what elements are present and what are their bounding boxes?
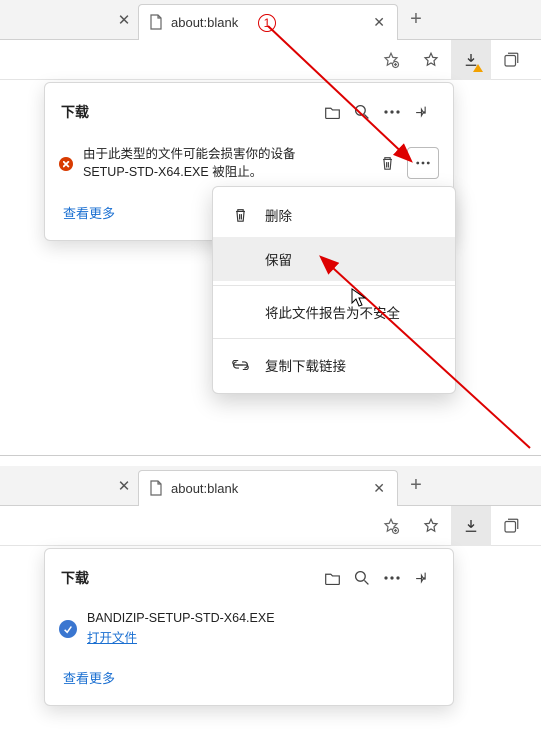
downloads-title: 下载: [61, 102, 317, 122]
prev-tab-close[interactable]: ✕: [110, 477, 138, 495]
ctx-separator: [213, 285, 455, 286]
more-options-button[interactable]: [377, 563, 407, 593]
ctx-report-unsafe[interactable]: 将此文件报告为不安全: [213, 290, 455, 334]
blocked-icon: [59, 157, 73, 171]
collections-button[interactable]: [491, 40, 531, 80]
ctx-copy-link-label: 复制下载链接: [265, 355, 346, 375]
downloads-title: 下载: [61, 568, 317, 588]
download-item-menu-button[interactable]: [407, 147, 439, 179]
downloads-button[interactable]: [451, 40, 491, 80]
see-more-link[interactable]: 查看更多: [63, 206, 115, 221]
page-icon: [149, 480, 163, 496]
downloads-button[interactable]: [451, 506, 491, 546]
blocked-download-item: 由于此类型的文件可能会损害你的设备 SETUP-STD-X64.EXE 被阻止。: [45, 135, 453, 191]
page-icon: [149, 14, 163, 30]
pin-button[interactable]: [407, 563, 437, 593]
file-complete-icon: [59, 620, 77, 638]
more-options-button[interactable]: [377, 97, 407, 127]
ctx-delete[interactable]: 删除: [213, 193, 455, 237]
link-icon: [231, 360, 249, 370]
browser-toolbar: [0, 40, 541, 80]
tab-title: about:blank: [171, 481, 363, 496]
open-folder-button[interactable]: [317, 563, 347, 593]
new-tab-button[interactable]: +: [398, 474, 434, 497]
annotation-number: 1: [258, 14, 276, 32]
download-filename: BANDIZIP-SETUP-STD-X64.EXE: [87, 611, 439, 625]
open-file-link[interactable]: 打开文件: [87, 627, 137, 646]
completed-download-item: BANDIZIP-SETUP-STD-X64.EXE 打开文件: [45, 601, 453, 656]
tab-close-button[interactable]: ✕: [369, 14, 389, 31]
download-context-menu: 删除 保留 将此文件报告为不安全 复制下载链接: [212, 186, 456, 394]
favorites-button[interactable]: [411, 506, 451, 546]
mouse-cursor: [351, 288, 367, 308]
ctx-separator: [213, 338, 455, 339]
warning-indicator: [473, 64, 483, 72]
open-folder-button[interactable]: [317, 97, 347, 127]
pin-button[interactable]: [407, 97, 437, 127]
prev-tab-close[interactable]: ✕: [110, 11, 138, 29]
new-tab-button[interactable]: +: [398, 8, 434, 31]
see-more-link[interactable]: 查看更多: [63, 671, 115, 686]
browser-tab[interactable]: about:blank ✕: [138, 470, 398, 506]
add-favorite-button[interactable]: [371, 506, 411, 546]
favorites-button[interactable]: [411, 40, 451, 80]
browser-toolbar: [0, 506, 541, 546]
collections-button[interactable]: [491, 506, 531, 546]
search-downloads-button[interactable]: [347, 563, 377, 593]
ctx-keep-label: 保留: [265, 249, 292, 269]
blocked-message: 由于此类型的文件可能会损害你的设备 SETUP-STD-X64.EXE 被阻止。: [83, 145, 361, 181]
ctx-copy-link[interactable]: 复制下载链接: [213, 343, 455, 387]
delete-download-button[interactable]: [371, 147, 403, 179]
search-downloads-button[interactable]: [347, 97, 377, 127]
ctx-keep[interactable]: 保留: [213, 237, 455, 281]
ctx-delete-label: 删除: [265, 205, 292, 225]
ctx-report-label: 将此文件报告为不安全: [265, 302, 400, 322]
downloads-panel: 下载 BANDIZIP-SETUP-STD-X64.EXE 打开文件: [44, 548, 454, 706]
trash-icon: [231, 207, 249, 223]
add-favorite-button[interactable]: [371, 40, 411, 80]
tab-close-button[interactable]: ✕: [369, 480, 389, 497]
browser-tabbar: ✕ about:blank ✕ +: [0, 466, 541, 506]
